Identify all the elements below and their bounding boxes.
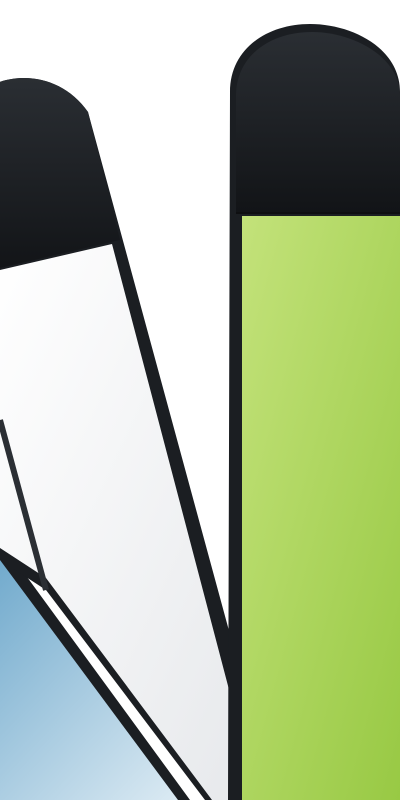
phone-fan-scene [0,0,400,800]
phone-fan-illustration [0,24,400,800]
green-phone-panel [228,24,400,800]
